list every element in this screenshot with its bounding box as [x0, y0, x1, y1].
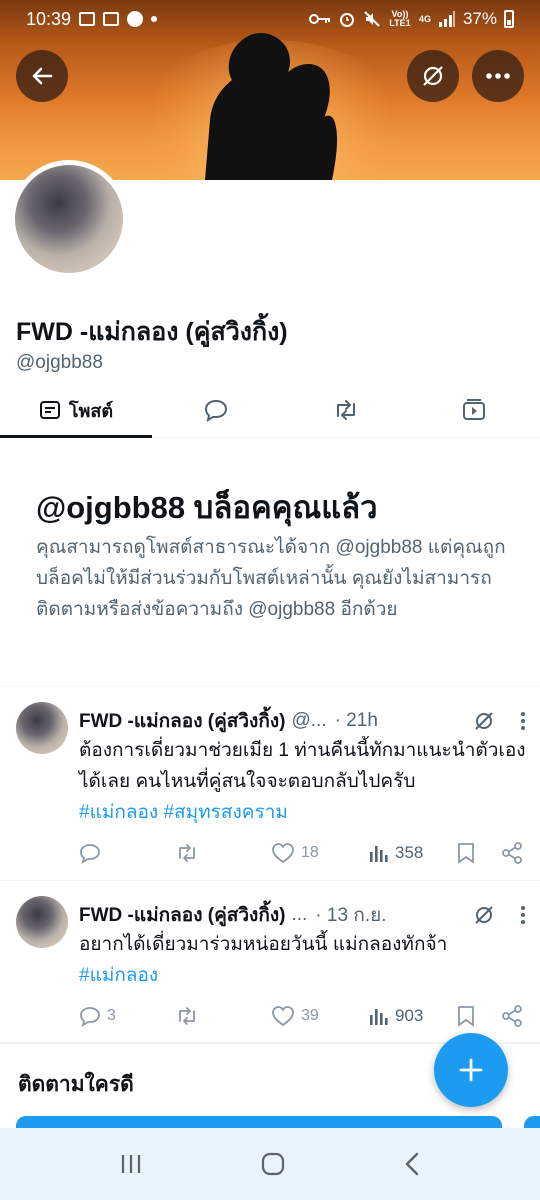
alarm-icon	[339, 13, 354, 27]
grok-icon	[423, 66, 443, 86]
signal-icon	[438, 11, 455, 27]
battery-icon	[504, 10, 514, 28]
blocked-description: คุณสามารถดูโพสต์สาธารณะได้จาก @ojgbb88 แ…	[36, 537, 506, 620]
tweet-author-name[interactable]: FWD -แม่กลอง (คู่สวิงกิ้ง)	[79, 706, 285, 736]
share-button[interactable]	[501, 839, 523, 867]
like-count: 39	[301, 1007, 319, 1024]
views-button[interactable]: 358	[369, 839, 423, 867]
repost-icon	[179, 1007, 195, 1025]
views-icon	[370, 1009, 388, 1025]
views-button[interactable]: 903	[369, 1002, 423, 1030]
profile-handle: @ojgbb88	[16, 352, 103, 373]
reply-button[interactable]: 3	[79, 1002, 116, 1030]
bookmark-button[interactable]	[457, 1002, 475, 1030]
posts-icon	[39, 401, 60, 419]
plus-icon	[459, 1058, 483, 1082]
who-to-follow-title: ติดตามใครดี	[18, 1073, 134, 1096]
tweet-2[interactable]: FWD -แม่กลอง (คู่สวิงกิ้ง) ... · 13 ก.ย.…	[0, 880, 540, 1042]
tweet-author-handle[interactable]: ...	[291, 904, 307, 926]
back-button[interactable]	[16, 50, 68, 102]
more-notifications-icon	[151, 16, 158, 22]
profile-avatar[interactable]	[10, 160, 128, 278]
back-nav-icon[interactable]	[403, 1151, 421, 1177]
compose-button[interactable]	[434, 1033, 508, 1107]
grok-icon[interactable]	[472, 709, 496, 733]
tweet-actions: 18 358	[79, 839, 525, 867]
tweet-actions: 3 39 903	[79, 1002, 525, 1030]
tweet-text: ต้องการเดี่ยวมาช่วยเมีย 1 ท่านคืนนี้ทักม…	[79, 735, 529, 828]
tweet-hashtags[interactable]: #แม่กลอง	[79, 965, 158, 986]
key-icon	[308, 14, 330, 24]
signal-type: 4G	[418, 13, 431, 24]
profile-display-name: FWD -แม่กลอง (คู่สวิงกิ้ง)	[16, 318, 288, 346]
tweet-text-content: ต้องการเดี่ยวมาช่วยเมีย 1 ท่านคืนนี้ทักม…	[79, 740, 526, 792]
like-button[interactable]: 39	[271, 1002, 319, 1030]
reply-count: 3	[107, 1007, 116, 1024]
views-icon	[370, 846, 388, 862]
status-time: 10:39	[26, 8, 72, 29]
tab-posts-label: โพสต์	[68, 400, 114, 421]
reply-icon	[80, 844, 100, 864]
tab-reposts[interactable]	[332, 382, 360, 438]
tweet-author-handle[interactable]: @...	[291, 710, 326, 732]
reply-bubble-icon	[204, 399, 228, 422]
active-tab-indicator	[0, 435, 152, 438]
network-label: Vo)) LTE1	[389, 9, 411, 28]
arrow-left-icon	[32, 67, 53, 85]
repost-icon	[179, 844, 195, 862]
bookmark-icon	[458, 843, 474, 864]
share-icon	[502, 1005, 522, 1027]
tweet-more-icon[interactable]	[520, 711, 526, 731]
heart-icon	[272, 843, 294, 864]
android-nav-bar	[0, 1128, 540, 1200]
reply-icon	[80, 1007, 100, 1027]
tweet-avatar[interactable]	[16, 702, 68, 754]
blocked-title: @ojgbb88 บล็อคคุณแล้ว	[36, 490, 378, 525]
tweet-1[interactable]: FWD -แม่กลอง (คู่สวิงกิ้ง) @... · 21h ต้…	[0, 686, 540, 880]
repost-icon	[337, 400, 355, 420]
share-icon	[502, 842, 522, 864]
more-options-button[interactable]	[472, 50, 524, 102]
reply-button[interactable]	[79, 839, 107, 867]
grok-icon[interactable]	[472, 903, 496, 927]
share-button[interactable]	[501, 1002, 523, 1030]
tweet-more-icon[interactable]	[520, 905, 526, 925]
grok-button[interactable]	[407, 50, 459, 102]
more-dots-icon	[486, 73, 510, 79]
heart-icon	[272, 1006, 294, 1027]
bookmark-icon	[458, 1006, 474, 1027]
tweet-hashtags[interactable]: #แม่กลอง #สมุทรสงคราม	[79, 802, 288, 823]
views-count: 358	[395, 843, 424, 862]
tweet-avatar[interactable]	[16, 896, 68, 948]
repost-button[interactable]	[175, 1002, 199, 1030]
gallery-notification-icon	[79, 12, 96, 26]
tweet-text: อยากได้เดี่ยวมาร่วมหน่อยวันนี้ แม่กลองทั…	[79, 929, 529, 991]
profile-tabs: โพสต์	[0, 382, 540, 438]
tweet-header: FWD -แม่กลอง (คู่สวิงกิ้ง) ... · 13 ก.ย.	[79, 900, 526, 930]
youtube-notification-icon	[103, 12, 120, 26]
tweet-timestamp[interactable]: · 13 ก.ย.	[315, 900, 386, 930]
battery-percent: 37%	[462, 9, 497, 28]
tweet-header: FWD -แม่กลอง (คู่สวิงกิ้ง) @... · 21h	[79, 706, 526, 736]
repost-button[interactable]	[175, 839, 199, 867]
mute-icon	[364, 11, 380, 27]
media-icon	[463, 399, 485, 420]
bookmark-button[interactable]	[457, 839, 475, 867]
like-count: 18	[301, 844, 319, 861]
views-count: 903	[395, 1006, 424, 1025]
tweet-timestamp[interactable]: · 21h	[335, 710, 378, 732]
like-button[interactable]: 18	[271, 839, 319, 867]
tab-posts[interactable]: โพสต์	[0, 382, 152, 438]
tweet-text-content: อยากได้เดี่ยวมาร่วมหน่อยวันนี้ แม่กลองทั…	[79, 934, 448, 955]
tab-media[interactable]	[461, 382, 489, 438]
home-icon[interactable]	[260, 1151, 286, 1177]
status-bar: 10:39 Vo)) LTE1 4G 37%	[0, 0, 540, 38]
tab-replies[interactable]	[203, 382, 231, 438]
recent-apps-icon[interactable]	[119, 1153, 143, 1175]
tweet-author-name[interactable]: FWD -แม่กลอง (คู่สวิงกิ้ง)	[79, 900, 285, 930]
facebook-notification-icon	[127, 11, 144, 27]
